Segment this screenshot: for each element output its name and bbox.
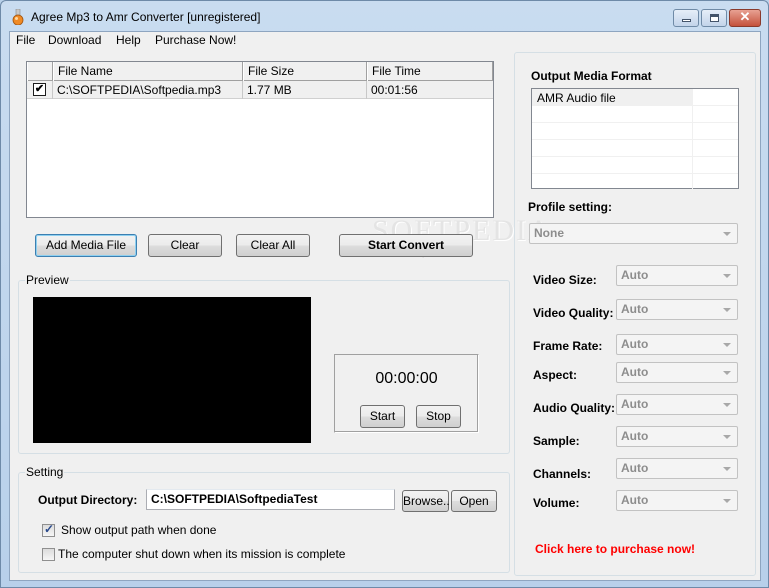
format-item-label <box>532 174 693 191</box>
client-area: File Download Help Purchase Now! File Na… <box>9 31 761 581</box>
timer-panel: 00:00:00 Start Stop <box>334 354 479 433</box>
flask-app-icon <box>12 9 24 25</box>
channels-label: Channels: <box>533 467 592 481</box>
preview-group-label: Preview <box>25 273 70 287</box>
close-icon: ✕ <box>739 9 751 24</box>
menu-file[interactable]: File <box>16 33 35 47</box>
setting-group-label: Setting <box>25 465 65 479</box>
file-list[interactable]: File Name File Size File Time ✔ C:\SOFTP… <box>26 61 494 218</box>
aspect-select[interactable]: Auto <box>616 362 738 383</box>
volume-select[interactable]: Auto <box>616 490 738 511</box>
output-directory-label: Output Directory: <box>38 493 138 507</box>
profile-setting-label: Profile setting: <box>528 200 613 214</box>
maximize-icon <box>710 14 719 22</box>
format-item-label <box>532 106 693 123</box>
video-preview-screen <box>33 297 311 443</box>
menu-bar: File Download Help Purchase Now! <box>10 32 760 50</box>
browse-button[interactable]: Browse.. <box>402 490 450 512</box>
volume-value: Auto <box>621 493 649 507</box>
show-output-path-label: Show output path when done <box>61 523 217 537</box>
frame-rate-value: Auto <box>621 337 649 351</box>
column-header-file-time[interactable]: File Time <box>367 62 493 81</box>
chevron-down-icon <box>723 274 731 278</box>
format-item-label <box>532 157 693 174</box>
chevron-down-icon <box>723 371 731 375</box>
timer-display: 00:00:00 <box>375 370 438 387</box>
format-item-label <box>532 123 693 140</box>
row-file-size: 1.77 MB <box>243 81 367 99</box>
column-header-file-size[interactable]: File Size <box>243 62 367 81</box>
menu-download[interactable]: Download <box>48 33 101 47</box>
frame-rate-select[interactable]: Auto <box>616 334 738 355</box>
app-window: Agree Mp3 to Amr Converter [unregistered… <box>0 0 769 588</box>
shutdown-checkbox[interactable] <box>42 548 55 561</box>
clear-all-button[interactable]: Clear All <box>236 234 310 257</box>
chevron-down-icon <box>723 499 731 503</box>
sample-select[interactable]: Auto <box>616 426 738 447</box>
format-list-item[interactable] <box>532 157 738 174</box>
close-button[interactable]: ✕ <box>729 9 761 27</box>
output-format-list[interactable]: AMR Audio file <box>531 88 739 191</box>
format-list-item[interactable] <box>532 106 738 123</box>
preview-stop-button[interactable]: Stop <box>416 405 461 428</box>
audio-quality-label: Audio Quality: <box>533 401 615 415</box>
format-list-item[interactable]: AMR Audio file <box>532 89 738 106</box>
video-size-label: Video Size: <box>533 273 597 287</box>
menu-help[interactable]: Help <box>116 33 141 47</box>
audio-quality-select[interactable]: Auto <box>616 394 738 415</box>
clear-button[interactable]: Clear <box>148 234 222 257</box>
output-settings-panel: Output Media Format AMR Audio file Profi… <box>514 52 756 576</box>
file-list-header: File Name File Size File Time <box>27 62 493 81</box>
format-list-item[interactable] <box>532 140 738 157</box>
title-bar[interactable]: Agree Mp3 to Amr Converter [unregistered… <box>1 1 768 31</box>
video-size-value: Auto <box>621 268 649 282</box>
show-output-path-checkbox[interactable] <box>42 522 55 537</box>
channels-value: Auto <box>621 461 649 475</box>
chevron-down-icon <box>723 308 731 312</box>
purchase-now-link[interactable]: Click here to purchase now! <box>535 542 695 556</box>
row-check-cell: ✔ <box>27 81 53 99</box>
format-list-item[interactable] <box>532 174 738 191</box>
open-button[interactable]: Open <box>451 490 497 512</box>
chevron-down-icon <box>723 435 731 439</box>
audio-quality-value: Auto <box>621 397 649 411</box>
row-checkbox[interactable]: ✔ <box>33 83 46 96</box>
video-size-select[interactable]: Auto <box>616 265 738 286</box>
column-header-file-name[interactable]: File Name <box>53 62 243 81</box>
minimize-button[interactable] <box>673 9 699 27</box>
aspect-label: Aspect: <box>533 368 578 382</box>
row-file-name: C:\SOFTPEDIA\Softpedia.mp3 <box>53 81 243 99</box>
video-quality-select[interactable]: Auto <box>616 299 738 320</box>
chevron-down-icon <box>723 467 731 471</box>
minimize-icon <box>682 19 691 22</box>
maximize-button[interactable] <box>701 9 727 27</box>
output-directory-input[interactable]: C:\SOFTPEDIA\SoftpediaTest <box>146 489 395 510</box>
column-header-check[interactable] <box>27 62 53 81</box>
format-item-label: AMR Audio file <box>532 89 693 106</box>
sample-label: Sample: <box>533 434 580 448</box>
profile-select[interactable]: None <box>529 223 738 244</box>
channels-select[interactable]: Auto <box>616 458 738 479</box>
row-file-time: 00:01:56 <box>371 83 418 97</box>
add-media-file-button[interactable]: Add Media File <box>35 234 137 257</box>
video-quality-label: Video Quality: <box>533 306 614 320</box>
sample-value: Auto <box>621 429 649 443</box>
volume-label: Volume: <box>533 496 580 510</box>
menu-purchase-now[interactable]: Purchase Now! <box>155 33 236 47</box>
start-convert-button[interactable]: Start Convert <box>339 234 473 257</box>
profile-select-value: None <box>534 226 564 240</box>
format-item-label <box>532 140 693 157</box>
shutdown-label: The computer shut down when its mission … <box>58 547 346 561</box>
chevron-down-icon <box>723 403 731 407</box>
preview-start-button[interactable]: Start <box>360 405 405 428</box>
window-title: Agree Mp3 to Amr Converter [unregistered… <box>31 10 261 24</box>
aspect-value: Auto <box>621 365 649 379</box>
chevron-down-icon <box>723 232 731 236</box>
video-quality-value: Auto <box>621 302 649 316</box>
format-list-item[interactable] <box>532 123 738 140</box>
frame-rate-label: Frame Rate: <box>533 339 603 353</box>
table-row[interactable]: ✔ C:\SOFTPEDIA\Softpedia.mp3 1.77 MB 00:… <box>27 81 493 99</box>
chevron-down-icon <box>723 343 731 347</box>
output-media-format-label: Output Media Format <box>531 69 652 83</box>
